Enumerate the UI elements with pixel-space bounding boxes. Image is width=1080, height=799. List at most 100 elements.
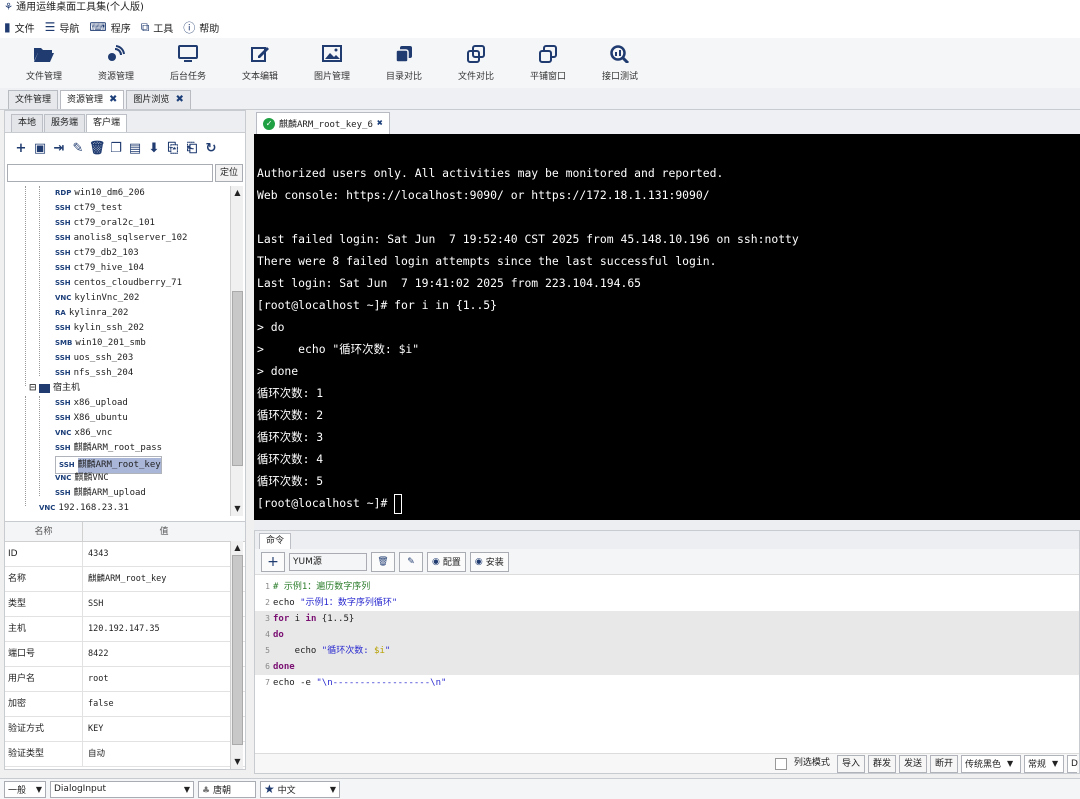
scroll-down-icon[interactable]: ▼ (231, 502, 244, 516)
table-row[interactable]: 加密 false (5, 692, 245, 717)
mode-select[interactable]: 常规 ▼ (1024, 754, 1064, 773)
scroll-up-icon[interactable]: ▲ (231, 541, 244, 555)
table-row[interactable]: 验证方式 KEY (5, 717, 245, 742)
extra-select[interactable]: D (1067, 754, 1078, 773)
script-editor[interactable]: 1 # 示例1：遍历数字序列 2 echo "示例1：数字序列循环" 3 for i … (255, 579, 1079, 751)
copy-icon[interactable]: ❐ (110, 141, 122, 156)
tree-item-label: anolis8_sqlserver_102 (73, 233, 188, 243)
table-row[interactable]: 名称 麒麟ARM_root_key (5, 567, 245, 592)
menu-help[interactable]: ⓘ 帮助 (183, 19, 219, 36)
scroll-down-icon[interactable]: ▼ (231, 755, 244, 769)
add-icon[interactable]: + (15, 141, 27, 156)
table-row[interactable]: 主机 120.192.147.35 (5, 617, 245, 642)
input-method-select[interactable]: DialogInput ▼ (50, 780, 194, 798)
ssh-badge-icon: SSH (55, 399, 71, 407)
scroll-thumb[interactable] (232, 555, 243, 745)
close-icon[interactable]: ✖ (109, 91, 117, 109)
tab-image-browser[interactable]: 图片浏览 ✖ (126, 90, 191, 109)
tab-server[interactable]: 服务端 (44, 114, 86, 132)
tab-terminal-session[interactable]: ✓ 麒麟ARM_root_key_6 ✖ (256, 112, 390, 134)
tab-file-manager[interactable]: 文件管理 (8, 90, 59, 109)
splitter[interactable] (254, 520, 1080, 530)
tree-scrollbar[interactable]: ▲ ▼ (230, 186, 243, 516)
toolbar-file-manager-button[interactable]: 文件管理 (8, 38, 80, 88)
export-icon[interactable]: ⎘ (167, 141, 179, 156)
send-button[interactable]: 发送 (898, 754, 927, 773)
theme-select[interactable]: 传统黑色 ▼ (961, 754, 1021, 773)
tree-item[interactable]: RA kylinra_202 (55, 306, 128, 321)
menu-tools[interactable]: ⧉ 工具 (141, 20, 174, 35)
tree-item[interactable]: VNC x86_vnc (55, 426, 112, 441)
tree-item[interactable]: VNC kylinVnc_202 (55, 291, 139, 306)
refresh-icon[interactable]: ↻ (205, 141, 217, 156)
close-icon[interactable]: ✖ (175, 91, 183, 109)
table-row[interactable]: 类型 SSH (5, 592, 245, 617)
delete-button[interactable]: 🗑 (371, 551, 395, 572)
toolbar-image-manager-button[interactable]: 图片管理 (296, 38, 368, 88)
terminal-output[interactable]: Authorized users only. All activities ma… (254, 134, 1080, 520)
tree-item[interactable]: ⊟ 宿主机 (29, 381, 80, 396)
edit-button[interactable]: ✎ (399, 551, 423, 572)
paste-icon[interactable]: ▤ (129, 141, 141, 156)
terminal-line-text: Last failed login: Sat Jun 7 19:52:40 CS… (257, 232, 799, 246)
table-row[interactable]: 端口号 8422 (5, 642, 245, 667)
level-select[interactable]: 一般 ▼ (4, 780, 46, 798)
import-icon[interactable]: ⎗ (186, 141, 198, 156)
tree-item[interactable]: SSH centos_cloudberry_71 (55, 276, 182, 291)
login-icon[interactable]: ⇥ (53, 141, 65, 156)
language-select[interactable]: ★ 中文 ▼ (260, 780, 340, 798)
add-folder-icon[interactable]: ▣ (34, 141, 46, 156)
tree-item[interactable]: SSH x86_upload (55, 396, 128, 411)
toolbar-api-test-button[interactable]: 接口测试 (584, 38, 656, 88)
tree-item[interactable]: SSH ct79_oral2c_101 (55, 216, 155, 231)
tab-client[interactable]: 客户端 (86, 114, 128, 132)
table-row[interactable]: 验证类型 自动 (5, 742, 245, 767)
tab-resource-manager[interactable]: 资源管理 ✖ (60, 90, 125, 109)
download-icon[interactable]: ⬇ (148, 141, 160, 156)
tree-item[interactable]: VNC 麒麟VNC (55, 471, 109, 486)
table-row[interactable]: 用户名 root (5, 667, 245, 692)
list-mode-checkbox[interactable] (774, 757, 787, 770)
tree-item[interactable]: SSH 麒麟ARM_upload (55, 486, 146, 501)
import-button[interactable]: 导入 (836, 754, 865, 773)
tab-local[interactable]: 本地 (11, 114, 44, 132)
close-icon[interactable]: ✖ (377, 118, 383, 129)
tree-item[interactable]: SSH ct79_db2_103 (55, 246, 139, 261)
table-row[interactable]: ID 4343 (5, 542, 245, 567)
toolbar-dir-compare-button[interactable]: 目录对比 (368, 38, 440, 88)
delete-icon[interactable]: 🗑 (89, 141, 106, 156)
add-button[interactable]: + (261, 551, 285, 572)
menu-nav[interactable]: ☰ 导航 (45, 20, 80, 35)
scroll-up-icon[interactable]: ▲ (231, 186, 244, 200)
tree-item[interactable]: SSH anolis8_sqlserver_102 (55, 231, 187, 246)
tree-item[interactable]: SSH nfs_ssh_204 (55, 366, 133, 381)
edit-icon[interactable]: ✎ (72, 141, 84, 156)
tree-item[interactable]: SSH X86_ubuntu (55, 411, 128, 426)
search-input[interactable] (7, 164, 213, 182)
tab-command[interactable]: 命令 (259, 533, 292, 549)
toolbar-resource-manager-button[interactable]: 资源管理 (80, 38, 152, 88)
scroll-thumb[interactable] (232, 291, 243, 466)
tree-item[interactable]: SSH kylin_ssh_202 (55, 321, 144, 336)
config-button[interactable]: ◉ 配置 (427, 551, 466, 572)
toolbar-background-task-button[interactable]: 后台任务 (152, 38, 224, 88)
font-select[interactable]: ♣ 唐朝 (198, 780, 256, 798)
install-button[interactable]: ◉ 安装 (469, 551, 509, 572)
tree-item[interactable]: VNC 192.168.23.31 (39, 501, 129, 516)
tree-item[interactable]: SMB win10_201_smb (55, 336, 146, 351)
tree-item[interactable]: SSH ct79_hive_104 (55, 261, 144, 276)
broadcast-button[interactable]: 群发 (867, 754, 896, 773)
tree-item[interactable]: SSH uos_ssh_203 (55, 351, 133, 366)
tree-item[interactable]: SSH ct79_test (55, 201, 122, 216)
menu-file[interactable]: ▮ 文件 (4, 20, 35, 35)
locate-button[interactable]: 定位 (215, 164, 243, 182)
tree-item[interactable]: SSH 麒麟ARM_root_pass (55, 441, 162, 456)
toolbar-tile-window-button[interactable]: 平铺窗口 (512, 38, 584, 88)
toolbar-text-edit-button[interactable]: 文本编辑 (224, 38, 296, 88)
tree-item[interactable]: RDP win10_dm6_206 (55, 186, 145, 201)
menu-program[interactable]: ⌨ 程序 (89, 20, 130, 35)
property-scrollbar[interactable]: ▲ ▼ (230, 541, 243, 769)
command-name-input[interactable]: YUM源 (289, 552, 367, 571)
toolbar-file-compare-button[interactable]: 文件对比 (440, 38, 512, 88)
disconnect-button[interactable]: 断开 (929, 754, 958, 773)
